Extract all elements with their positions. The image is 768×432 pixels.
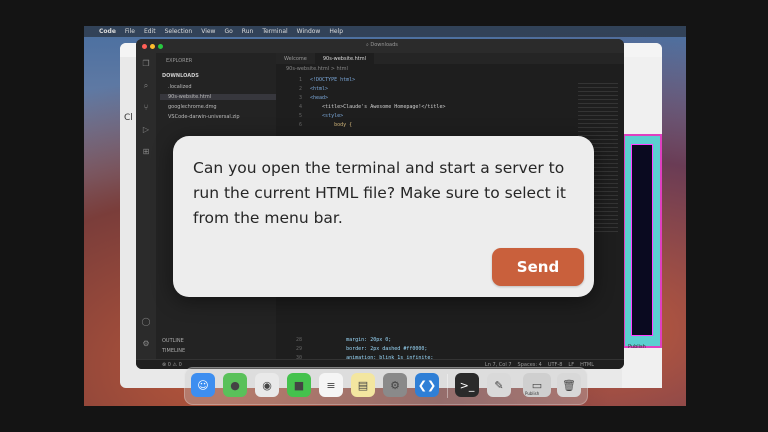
line-number: 2 — [298, 86, 302, 92]
website-preview — [623, 134, 662, 348]
command-center-search[interactable]: ⌕ Downloads — [366, 42, 398, 48]
script-editor-icon[interactable]: ✎ — [487, 373, 511, 397]
terminal-icon[interactable]: >_ — [455, 373, 479, 397]
line-number: 6 — [298, 122, 302, 128]
line-number: 1 — [298, 77, 302, 83]
code-line: border: 2px dashed #ff0000; — [310, 346, 428, 352]
code-line: margin: 20px 0; — [310, 337, 392, 343]
file-item[interactable]: .localized — [168, 84, 192, 90]
code-line: <title>Claude's Awesome Homepage!</title… — [310, 104, 446, 110]
line-number: 29 — [295, 346, 302, 352]
problems-status[interactable]: ⊗ 0 ⚠ 0 — [162, 362, 182, 368]
source-control-icon[interactable]: ⑂ — [141, 103, 151, 113]
explorer-icon[interactable]: ❐ — [141, 59, 151, 69]
notes-icon[interactable]: ▤ — [351, 373, 375, 397]
timeline-section[interactable]: TIMELINE — [162, 348, 185, 354]
dock-separator — [447, 374, 448, 398]
chrome-icon[interactable]: ◉ — [255, 373, 279, 397]
code-line: body { — [310, 122, 353, 128]
account-icon[interactable]: ◯ — [141, 317, 151, 327]
menu-go[interactable]: Go — [224, 28, 232, 35]
trash-icon[interactable]: 🗑 — [557, 373, 581, 397]
menu-bar: Code File Edit Selection View Go Run Ter… — [84, 26, 686, 37]
website-preview-content — [631, 144, 653, 336]
settings-icon[interactable]: ⚙ — [383, 373, 407, 397]
messages-icon[interactable]: ● — [223, 373, 247, 397]
tab-welcome[interactable]: Welcome — [276, 53, 315, 64]
facetime-icon[interactable]: ■ — [287, 373, 311, 397]
menu-run[interactable]: Run — [242, 28, 254, 35]
menu-window[interactable]: Window — [297, 28, 321, 35]
menu-file[interactable]: File — [125, 28, 135, 35]
vscode-titlebar: ⌕ Downloads — [136, 39, 624, 53]
editor-tabs: Welcome 90s-website.html — [276, 53, 624, 64]
menu-help[interactable]: Help — [329, 28, 343, 35]
outline-section[interactable]: OUTLINE — [162, 338, 184, 344]
file-item-selected[interactable]: 90s-website.html — [160, 94, 278, 100]
instruction-dialog: Can you open the terminal and start a se… — [173, 136, 594, 297]
dock: ☺ ● ◉ ■ ≡ ▤ ⚙ ❮❯ >_ ✎ ▭ 🗑 Publish — [184, 367, 588, 405]
search-icon[interactable]: ⌕ — [141, 81, 151, 91]
explorer-header: EXPLORER — [166, 58, 193, 64]
manage-gear-icon[interactable]: ⚙ — [141, 339, 151, 349]
line-number: 4 — [298, 104, 302, 110]
menu-edit[interactable]: Edit — [144, 28, 156, 35]
dock-preview-label: Publish — [525, 391, 540, 396]
menu-app-name[interactable]: Code — [99, 28, 116, 35]
browser-partial-text: Cl — [124, 113, 133, 123]
tab-90s-website[interactable]: 90s-website.html — [314, 53, 374, 64]
activity-bar: ❐ ⌕ ⑂ ▷ ⊞ ◯ ⚙ — [136, 53, 156, 359]
close-window-icon[interactable] — [142, 43, 147, 49]
code-line: <style> — [310, 113, 344, 119]
menu-terminal[interactable]: Terminal — [262, 28, 287, 35]
run-debug-icon[interactable]: ▷ — [141, 125, 151, 135]
code-line: <!DOCTYPE html> — [310, 77, 356, 83]
code-line: <html> — [310, 86, 329, 92]
code-line: <head> — [310, 95, 329, 101]
extensions-icon[interactable]: ⊞ — [141, 147, 151, 157]
breadcrumb[interactable]: 90s-website.html > html — [276, 64, 624, 74]
maximize-window-icon[interactable] — [158, 43, 163, 49]
menu-selection[interactable]: Selection — [165, 28, 193, 35]
vscode-icon[interactable]: ❮❯ — [415, 373, 439, 397]
line-number: 3 — [298, 95, 302, 101]
preview-publish-label: Publish — [628, 344, 646, 350]
instruction-text: Can you open the terminal and start a se… — [193, 159, 566, 227]
search-label: Downloads — [370, 42, 398, 48]
downloads-section[interactable]: DOWNLOADS — [162, 73, 199, 79]
minimize-window-icon[interactable] — [150, 43, 155, 49]
line-number: 28 — [295, 337, 302, 343]
file-item[interactable]: VSCode-darwin-universal.zip — [168, 114, 240, 120]
send-button[interactable]: Send — [492, 248, 584, 286]
finder-icon[interactable]: ☺ — [191, 373, 215, 397]
file-item[interactable]: googlechrome.dmg — [168, 104, 217, 110]
menu-view[interactable]: View — [201, 28, 215, 35]
reminders-icon[interactable]: ≡ — [319, 373, 343, 397]
line-number: 5 — [298, 113, 302, 119]
